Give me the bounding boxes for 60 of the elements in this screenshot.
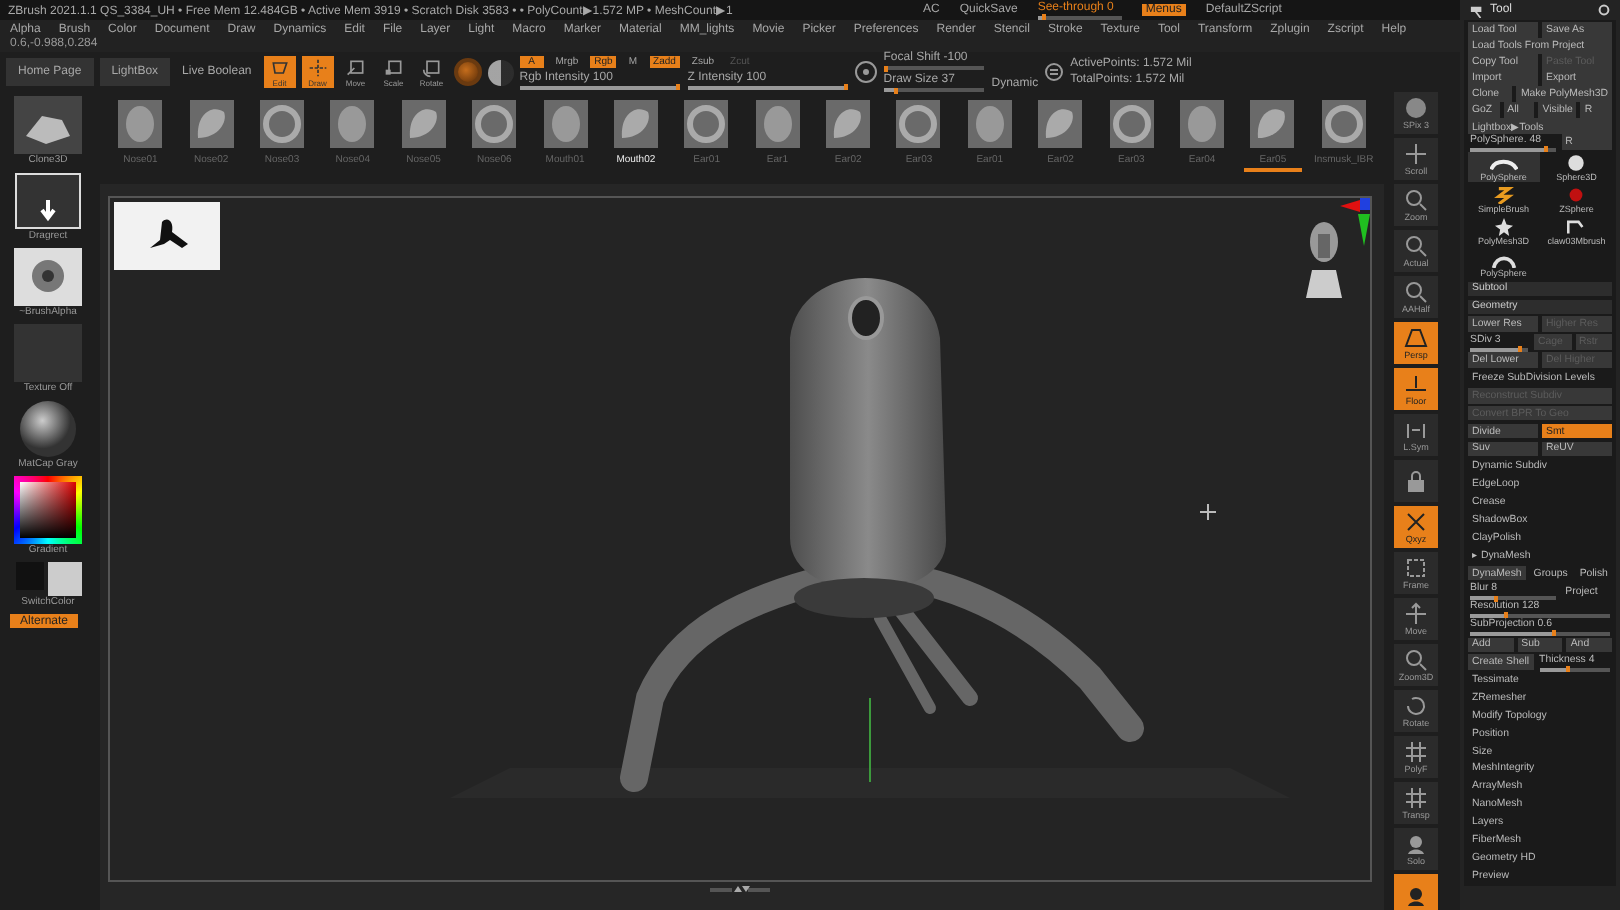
model-thumbnail: [114, 202, 220, 270]
collapse-handle-icon: [710, 886, 770, 894]
brush-preview-icon: [187, 98, 236, 150]
brush-preview-icon: [611, 98, 660, 150]
viewport-tool-button[interactable]: [1394, 874, 1438, 910]
brush-preview-icon: [753, 98, 802, 150]
viewport-tool-button[interactable]: [1394, 460, 1438, 502]
tool-mode-icon: [421, 58, 442, 78]
material-sphere-icon[interactable]: [453, 58, 482, 86]
solo-icon: [1404, 832, 1428, 856]
rotate-icon: [1404, 694, 1428, 718]
brush-preview-icon: [541, 98, 590, 150]
sphere-icon: [1404, 96, 1428, 120]
sym-icon: [1404, 418, 1428, 442]
brush-preview-icon: [965, 98, 1014, 150]
brush-preview-icon: [328, 98, 377, 150]
zoom-icon: [1404, 234, 1428, 258]
brush-preview-icon: [682, 98, 731, 150]
brush-preview-icon: [116, 98, 165, 150]
points-icon: [1044, 60, 1065, 84]
floor-icon: [1404, 372, 1428, 396]
brush-preview-icon: [1248, 98, 1297, 150]
tool-mode-icon: [307, 58, 328, 78]
crosshair-cursor-icon: [1200, 504, 1216, 520]
tool-mode-icon: [345, 58, 366, 78]
tool-mode-icon: [383, 58, 404, 78]
color-picker[interactable]: [14, 476, 82, 544]
tool-mode-icon: [269, 58, 290, 78]
xyz-icon: [1404, 510, 1428, 534]
grid-icon: [1404, 786, 1428, 810]
move-icon: [1404, 602, 1428, 626]
stroke-thumbnail: [14, 172, 82, 230]
solo-icon: [1404, 883, 1428, 907]
brush-preview-icon: [824, 98, 873, 150]
brush-preview-icon: [1036, 98, 1085, 150]
scroll-icon: [1404, 142, 1428, 166]
brush-preview-icon: [257, 98, 306, 150]
brush-preview-icon: [1178, 98, 1227, 150]
frame-icon: [1404, 556, 1428, 580]
refresh-icon: [1598, 4, 1610, 16]
material-sphere-icon[interactable]: [487, 59, 514, 85]
head-gizmo-drawing: [1306, 218, 1342, 302]
brush-preview-icon: [1319, 98, 1368, 150]
tool-thumbnail: [14, 96, 82, 154]
tool-preview-icon: [1489, 185, 1518, 203]
grid-icon: [1404, 740, 1428, 764]
material-thumbnail: [14, 400, 82, 458]
lock-icon: [1404, 469, 1428, 493]
zoom-icon: [1404, 280, 1428, 304]
zoom-icon: [1404, 648, 1428, 672]
zoom-icon: [1404, 188, 1428, 212]
color-swatch[interactable]: [47, 562, 81, 596]
brush-preview-icon: [470, 98, 519, 150]
hammer-icon: [1470, 3, 1484, 17]
persp-icon: [1404, 326, 1428, 350]
brush-preview-icon: [1107, 98, 1156, 150]
brush-preview-icon: [399, 98, 448, 150]
brush-preview-icon: [894, 98, 943, 150]
alpha-thumbnail: [14, 248, 82, 306]
brush-target-icon: [853, 60, 878, 84]
